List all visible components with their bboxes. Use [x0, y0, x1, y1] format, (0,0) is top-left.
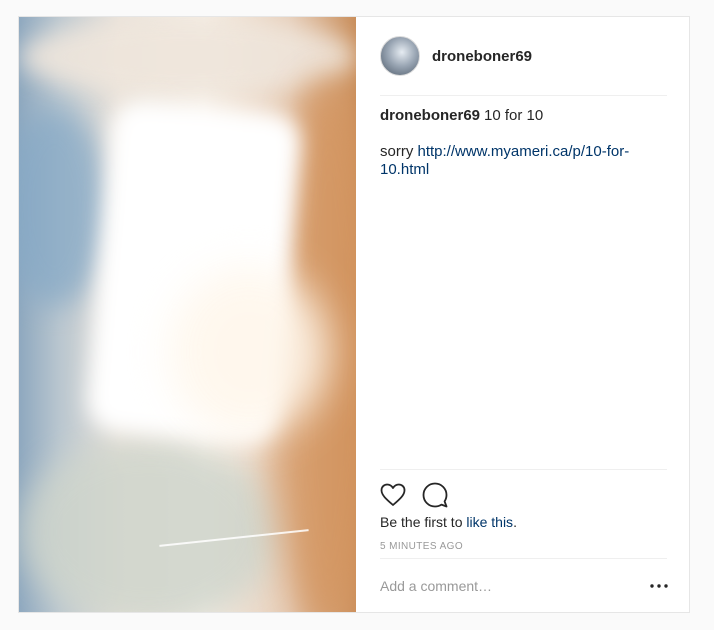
like-this-link[interactable]: like this [466, 514, 513, 530]
comment-row [380, 558, 668, 612]
caption-line2-prefix: sorry [380, 143, 418, 160]
heart-icon [380, 483, 406, 506]
more-options-button[interactable] [647, 576, 671, 596]
user-avatar[interactable] [380, 36, 420, 76]
caption-link[interactable]: http://www.myameri.ca/p/10-for-10.html [380, 143, 629, 178]
likes-prefix: Be the first to [380, 514, 467, 530]
comment-input[interactable] [380, 577, 620, 594]
post-actions: Be the first to like this. 5 MINUTES AGO [378, 469, 668, 612]
caption-username[interactable]: droneboner69 [380, 107, 480, 124]
post-sidebar: droneboner69 droneboner69 10 for 10 sorry… [356, 17, 689, 612]
photo-blur-bottom [19, 437, 279, 612]
caption-line-2: sorry http://www.myameri.ca/p/10-for-10.… [380, 143, 667, 179]
photo-blur-top [19, 17, 356, 97]
post-header: droneboner69 [380, 17, 667, 96]
more-options-icon [650, 583, 668, 588]
comment-bubble-icon [422, 482, 448, 508]
post-caption: droneboner69 10 for 10 sorry http://www.m… [380, 107, 667, 179]
likes-suffix: . [513, 514, 517, 530]
like-button[interactable] [378, 480, 408, 510]
photo-blur-left [19, 107, 109, 307]
caption-line-1: droneboner69 10 for 10 [380, 107, 667, 125]
post-card: droneboner69 droneboner69 10 for 10 sorry… [18, 16, 690, 613]
post-photo[interactable] [19, 17, 356, 612]
photo-highlight [169, 267, 329, 437]
post-timestamp[interactable]: 5 MINUTES AGO [380, 541, 463, 552]
action-icons-row [378, 480, 462, 510]
likes-summary: Be the first to like this. [380, 514, 517, 530]
caption-text: 10 for 10 [484, 107, 544, 124]
header-username[interactable]: droneboner69 [432, 48, 532, 65]
comment-button[interactable] [420, 480, 450, 510]
